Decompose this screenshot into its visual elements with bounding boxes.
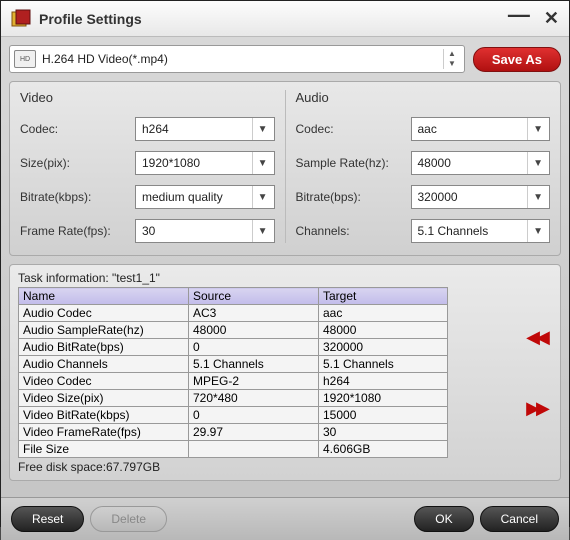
table-row: Video Size(pix)720*4801920*1080	[19, 390, 448, 407]
table-cell: Audio Codec	[19, 305, 189, 322]
audio-bitrate-select[interactable]: 320000▼	[411, 185, 551, 209]
video-size-select[interactable]: 1920*1080▼	[135, 151, 275, 175]
table-cell: 320000	[319, 339, 448, 356]
table-cell: Video FrameRate(fps)	[19, 424, 189, 441]
close-button[interactable]: ✕	[544, 8, 559, 29]
profile-format-icon: HD	[14, 50, 36, 68]
table-cell: 48000	[189, 322, 319, 339]
table-row: File Size 4.606GB	[19, 441, 448, 458]
table-cell: 1920*1080	[319, 390, 448, 407]
video-codec-select[interactable]: h264▼	[135, 117, 275, 141]
audio-section: Audio Codec: aac▼ Sample Rate(hz): 48000…	[296, 90, 551, 243]
audio-channels-select[interactable]: 5.1 Channels▼	[411, 219, 551, 243]
audio-bitrate-label: Bitrate(bps):	[296, 190, 411, 204]
audio-codec-label: Codec:	[296, 122, 411, 136]
save-as-button[interactable]: Save As	[473, 47, 561, 72]
table-header[interactable]: Target	[319, 288, 448, 305]
table-cell: Video Codec	[19, 373, 189, 390]
next-task-button[interactable]: ▶▶	[526, 402, 546, 414]
chevron-down-icon: ▼	[252, 118, 268, 140]
ok-button[interactable]: OK	[414, 506, 473, 532]
titlebar: Profile Settings — ✕	[1, 1, 569, 37]
table-cell: aac	[319, 305, 448, 322]
table-cell: Video Size(pix)	[19, 390, 189, 407]
table-cell: 5.1 Channels	[189, 356, 319, 373]
video-codec-label: Codec:	[20, 122, 135, 136]
table-cell: 29.97	[189, 424, 319, 441]
video-framerate-select[interactable]: 30▼	[135, 219, 275, 243]
table-cell: Audio BitRate(bps)	[19, 339, 189, 356]
table-cell: Video BitRate(kbps)	[19, 407, 189, 424]
free-disk-space: Free disk space:67.797GB	[18, 460, 514, 474]
table-row: Video CodecMPEG-2h264	[19, 373, 448, 390]
table-cell: 5.1 Channels	[319, 356, 448, 373]
audio-channels-label: Channels:	[296, 224, 411, 238]
video-bitrate-label: Bitrate(kbps):	[20, 190, 135, 204]
audio-samplerate-label: Sample Rate(hz):	[296, 156, 411, 170]
table-cell: h264	[319, 373, 448, 390]
chevron-down-icon: ▼	[527, 118, 543, 140]
table-header[interactable]: Name	[19, 288, 189, 305]
profile-selected-text: H.264 HD Video(*.mp4)	[42, 52, 443, 66]
table-row: Video FrameRate(fps)29.9730	[19, 424, 448, 441]
video-header: Video	[20, 90, 275, 105]
app-icon	[11, 9, 31, 29]
table-cell: 48000	[319, 322, 448, 339]
chevron-down-icon: ▼	[252, 186, 268, 208]
chevron-down-icon: ▼	[527, 220, 543, 242]
table-cell: MPEG-2	[189, 373, 319, 390]
table-cell: 15000	[319, 407, 448, 424]
window-title: Profile Settings	[39, 11, 508, 27]
table-cell: 0	[189, 339, 319, 356]
task-info-title: Task information: "test1_1"	[18, 271, 514, 285]
table-row: Audio Channels5.1 Channels5.1 Channels	[19, 356, 448, 373]
minimize-button[interactable]: —	[508, 2, 530, 28]
chevron-down-icon: ▼	[252, 220, 268, 242]
table-row: Audio SampleRate(hz)4800048000	[19, 322, 448, 339]
table-cell: File Size	[19, 441, 189, 458]
table-row: Video BitRate(kbps)015000	[19, 407, 448, 424]
reset-button[interactable]: Reset	[11, 506, 84, 532]
audio-codec-select[interactable]: aac▼	[411, 117, 551, 141]
cancel-button[interactable]: Cancel	[480, 506, 559, 532]
task-table: NameSourceTarget Audio CodecAC3aacAudio …	[18, 287, 448, 458]
table-row: Audio BitRate(bps)0320000	[19, 339, 448, 356]
profile-select[interactable]: HD H.264 HD Video(*.mp4) ▲▼	[9, 45, 465, 73]
audio-samplerate-select[interactable]: 48000▼	[411, 151, 551, 175]
prev-task-button[interactable]: ◀◀	[526, 331, 546, 343]
table-cell: 0	[189, 407, 319, 424]
audio-header: Audio	[296, 90, 551, 105]
table-cell: Audio SampleRate(hz)	[19, 322, 189, 339]
table-cell: 4.606GB	[319, 441, 448, 458]
chevron-down-icon: ▼	[527, 152, 543, 174]
video-section: Video Codec: h264▼ Size(pix): 1920*1080▼…	[20, 90, 286, 243]
video-bitrate-select[interactable]: medium quality▼	[135, 185, 275, 209]
table-cell: 720*480	[189, 390, 319, 407]
chevron-down-icon: ▼	[252, 152, 268, 174]
table-cell: Audio Channels	[19, 356, 189, 373]
chevron-down-icon: ▼	[527, 186, 543, 208]
video-size-label: Size(pix):	[20, 156, 135, 170]
profile-spinner[interactable]: ▲▼	[443, 49, 460, 69]
table-cell: 30	[319, 424, 448, 441]
table-header[interactable]: Source	[189, 288, 319, 305]
table-row: Audio CodecAC3aac	[19, 305, 448, 322]
video-framerate-label: Frame Rate(fps):	[20, 224, 135, 238]
table-cell	[189, 441, 319, 458]
delete-button: Delete	[90, 506, 167, 532]
table-cell: AC3	[189, 305, 319, 322]
